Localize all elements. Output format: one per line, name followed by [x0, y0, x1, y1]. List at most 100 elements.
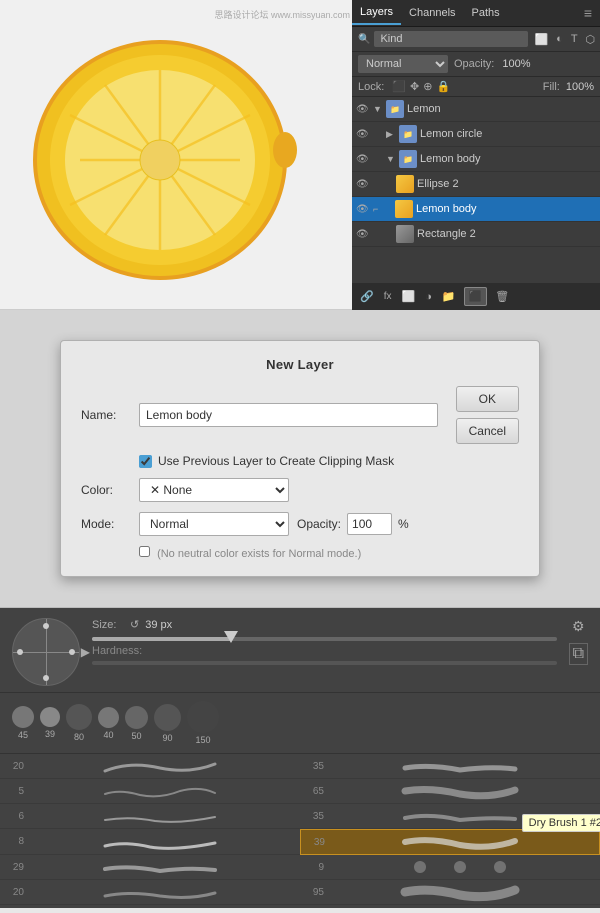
- delete-layer-icon[interactable]: 🗑: [493, 288, 511, 305]
- neutral-checkbox[interactable]: [139, 546, 150, 557]
- blend-mode-select[interactable]: Normal Multiply Screen: [358, 55, 448, 73]
- brush-size-row: Size: ↺ 39 px: [92, 618, 557, 631]
- brush-list-item-selected[interactable]: 39 Dry Brush 1 #2: [300, 829, 600, 855]
- clipping-mask-checkbox[interactable]: [139, 455, 152, 468]
- layer-row[interactable]: 👁 ▼ 📁 Lemon: [352, 97, 600, 122]
- opacity-label: Opacity:: [297, 517, 341, 531]
- layer-row[interactable]: 👁 Rectangle 2: [352, 222, 600, 247]
- brush-panel-top: ▶ Size: ↺ 39 px Hardness: ⚙ ⧉: [0, 608, 600, 693]
- brush-arrow-right[interactable]: ▶: [81, 645, 90, 659]
- brush-thumb-item[interactable]: 40: [98, 707, 119, 740]
- brush-list-item[interactable]: 6: [0, 804, 300, 829]
- eye-icon[interactable]: 👁: [356, 154, 370, 165]
- opacity-input[interactable]: [347, 513, 392, 535]
- brush-preview-stroke: [28, 781, 292, 801]
- eye-icon[interactable]: 👁: [356, 229, 370, 240]
- brush-handle-bottom[interactable]: [43, 675, 49, 681]
- eye-icon[interactable]: 👁: [356, 179, 370, 190]
- clipping-mask-checkbox-row: Use Previous Layer to Create Clipping Ma…: [139, 454, 519, 468]
- expand-arrow[interactable]: ▶: [386, 129, 396, 140]
- brush-size-thumb[interactable]: [224, 631, 238, 643]
- add-adjustment-icon[interactable]: ◑: [423, 289, 434, 305]
- brush-list-item[interactable]: 65: [300, 779, 600, 804]
- brush-preview-stroke: [328, 882, 592, 902]
- lock-fill-row: Lock: ⬛ ✥ ⊕ 🔒 Fill: 100%: [352, 77, 600, 97]
- pixel-filter-icon[interactable]: ⬜: [532, 32, 550, 47]
- brush-list-item[interactable]: 9: [300, 855, 600, 880]
- lemon-illustration: [30, 20, 320, 290]
- brush-thumb-item[interactable]: 90: [154, 704, 181, 743]
- brush-thumb-label: 39: [45, 729, 55, 739]
- expand-arrow[interactable]: ▼: [373, 104, 383, 114]
- lock-all-icon[interactable]: 🔒: [436, 80, 450, 93]
- lock-artboard-icon[interactable]: ⊕: [423, 80, 432, 93]
- blend-opacity-row: Normal Multiply Screen Opacity: 100%: [352, 52, 600, 77]
- brush-list-item[interactable]: 35: [300, 754, 600, 779]
- lock-position-icon[interactable]: ✥: [410, 80, 419, 93]
- new-layer-icon[interactable]: ⬛: [464, 287, 488, 306]
- brush-list-item[interactable]: 95: [300, 880, 600, 905]
- dialog-buttons: OK Cancel: [456, 386, 519, 444]
- layers-menu-icon[interactable]: ≡: [576, 0, 600, 26]
- brush-list-item[interactable]: 20: [0, 754, 300, 779]
- brush-preview-stroke: [28, 857, 292, 877]
- brush-size-num: 8: [8, 836, 24, 847]
- tab-paths[interactable]: Paths: [464, 2, 508, 24]
- link-layers-icon[interactable]: 🔗: [358, 288, 376, 305]
- tab-channels[interactable]: Channels: [401, 2, 463, 24]
- shape-filter-icon[interactable]: ⬡: [584, 32, 598, 47]
- lock-label: Lock:: [358, 81, 384, 93]
- layers-kind-input[interactable]: [374, 31, 528, 47]
- eye-icon[interactable]: 👁: [356, 204, 370, 215]
- color-select[interactable]: ✕ None Red Orange Yellow: [139, 478, 289, 502]
- dialog-backdrop: New Layer Name: OK Cancel Use Previous L…: [0, 310, 600, 608]
- brush-handle-top[interactable]: [43, 623, 49, 629]
- add-group-icon[interactable]: 📁: [440, 288, 458, 305]
- brush-thumb-item[interactable]: 45: [12, 706, 34, 740]
- brush-thumb-label: 150: [195, 735, 210, 745]
- brush-size-num: 20: [8, 887, 24, 898]
- type-filter-icon[interactable]: T: [569, 32, 580, 47]
- brush-tooltip: Dry Brush 1 #2: [522, 814, 600, 832]
- brush-settings-icon[interactable]: ⚙: [572, 618, 585, 635]
- mode-select[interactable]: Normal Multiply Screen: [139, 512, 289, 536]
- brush-settings: Size: ↺ 39 px Hardness:: [92, 618, 557, 669]
- brush-handle-left[interactable]: [17, 649, 23, 655]
- layers-search-row: 🔍 ⬜ ◐ T ⬡ ◻: [352, 27, 600, 52]
- brush-refresh-icon[interactable]: ↺: [130, 618, 139, 631]
- tab-layers[interactable]: Layers: [352, 1, 401, 25]
- brush-thumb-item[interactable]: 39: [40, 707, 60, 739]
- layer-row[interactable]: 👁 Ellipse 2: [352, 172, 600, 197]
- brush-new-preset-icon[interactable]: ⧉: [569, 643, 588, 665]
- brush-size-slider[interactable]: [92, 637, 557, 641]
- expand-arrow[interactable]: ▼: [386, 154, 396, 164]
- adjustment-filter-icon[interactable]: ◐: [554, 32, 565, 47]
- brush-size-fill: [92, 637, 231, 641]
- eye-icon[interactable]: 👁: [356, 129, 370, 140]
- cancel-button[interactable]: Cancel: [456, 418, 519, 444]
- brush-thumb-item[interactable]: 80: [66, 704, 92, 742]
- brush-thumb-label: 80: [74, 732, 84, 742]
- brush-thumbs-row: 45 39 80 40 50 90 150: [0, 693, 600, 754]
- ok-button[interactable]: OK: [456, 386, 519, 412]
- lock-pixels-icon[interactable]: ⬛: [392, 80, 406, 93]
- brush-thumb-item[interactable]: 150: [187, 701, 219, 745]
- hardness-label: Hardness:: [92, 645, 557, 657]
- brush-list-item[interactable]: 20: [0, 880, 300, 905]
- brush-list-item[interactable]: 29: [0, 855, 300, 880]
- brush-hardness-slider[interactable]: [92, 661, 557, 665]
- brush-thumb: [40, 707, 60, 727]
- layer-row[interactable]: 👁 ⌐ Lemon body: [352, 197, 600, 222]
- brush-list-item[interactable]: 5: [0, 779, 300, 804]
- brush-list-item[interactable]: 8: [0, 829, 300, 855]
- add-mask-icon[interactable]: ⬜: [399, 288, 417, 305]
- eye-icon[interactable]: 👁: [356, 104, 370, 115]
- color-row: Color: ✕ None Red Orange Yellow: [81, 478, 519, 502]
- layer-name-input[interactable]: [139, 403, 438, 427]
- layer-row[interactable]: 👁 ▶ 📁 Lemon circle: [352, 122, 600, 147]
- brush-handle-right[interactable]: [69, 649, 75, 655]
- layer-row[interactable]: 👁 ▼ 📁 Lemon body: [352, 147, 600, 172]
- brush-size-num: 6: [8, 811, 24, 822]
- brush-thumb-item[interactable]: 50: [125, 706, 148, 741]
- fx-icon[interactable]: fx: [382, 289, 394, 304]
